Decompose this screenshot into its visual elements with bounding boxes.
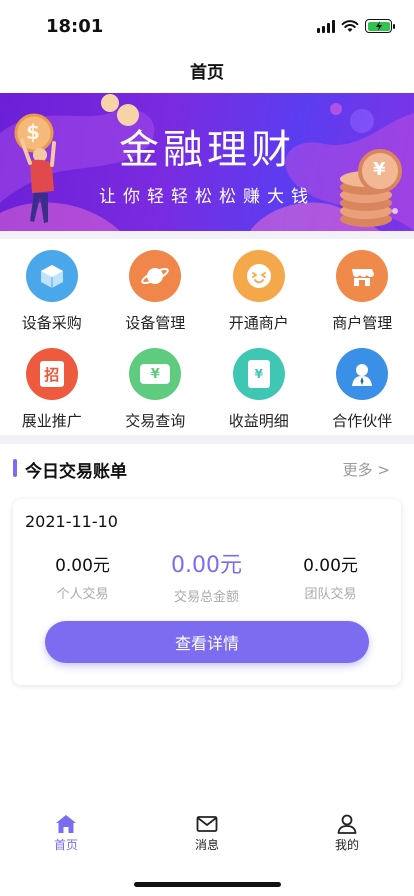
status-icons [317,19,395,33]
partner-icon [336,348,389,400]
stat-label: 交易总金额 [173,590,239,605]
divider-top [0,231,414,239]
home-icon [56,815,76,833]
smile-icon [232,250,285,302]
recruit-glyph: 招 [39,361,64,387]
tab-label: 消息 [194,838,219,852]
menu-item-partners[interactable]: 合作伙伴 [311,344,414,442]
status-time: 18:01 [46,16,104,37]
planet-icon [129,250,182,302]
menu-label: 收益明细 [228,412,289,430]
stat-personal: 0.00元 个人交易 [18,551,147,602]
envelope-glyph: ¥ [254,367,263,381]
menu-label: 交易查询 [125,412,186,430]
menu-label: 展业推广 [21,412,82,430]
signal-icon [317,19,335,33]
stat-total: 0.00元 交易总金额 [142,551,271,605]
bill-date: 2021-11-10 [25,512,118,531]
recruit-icon: 招 [25,348,78,400]
promo-banner[interactable]: $ 金融理财 让你轻轻松松赚大钱 ¥ [0,93,414,231]
menu-label: 商户管理 [332,314,393,332]
stat-team: 0.00元 团队交易 [266,551,395,602]
menu-label: 设备管理 [125,314,186,332]
divider-middle [0,435,414,444]
menu-item-device-purchase[interactable]: 设备采购 [0,246,104,344]
section-title: 今日交易账单 [25,462,127,482]
menu-item-earnings-detail[interactable]: ¥ 收益明细 [207,344,311,442]
section-accent-bar [13,459,17,477]
stat-label: 个人交易 [56,587,109,602]
menu-grid: 设备采购 设备管理 开通商户 商户管理 招 展业推广 ¥ 交易查询 ¥ 收益明细… [0,246,414,442]
stat-value: 0.00元 [303,556,358,576]
tab-label: 我的 [334,838,359,852]
ticket-icon: ¥ [129,348,182,400]
user-icon [337,814,357,834]
daily-bill-card: 2021-11-10 0.00元 个人交易 0.00元 交易总金额 0.00元 … [13,499,401,685]
status-bar: 18:01 [0,0,414,54]
tab-bar: 首页 消息 我的 [0,810,414,860]
coin-stack-glyph: ¥ [373,159,386,180]
coin-stack-illustration [340,149,402,227]
view-details-button[interactable]: 查看详情 [45,621,369,663]
more-link[interactable]: 更多 > [343,459,390,480]
menu-item-transaction-query[interactable]: ¥ 交易查询 [104,344,208,442]
mail-icon [196,816,218,832]
menu-item-device-management[interactable]: 设备管理 [104,246,208,344]
menu-label: 合作伙伴 [332,412,393,430]
page-title: 首页 [190,63,224,83]
menu-item-promotion[interactable]: 招 展业推广 [0,344,104,442]
tab-label: 首页 [53,838,78,852]
menu-label: 开通商户 [228,314,289,332]
menu-label: 设备采购 [21,314,82,332]
tab-home[interactable]: 首页 [26,814,106,853]
envelope-icon: ¥ [232,348,285,400]
menu-item-merchant-management[interactable]: 商户管理 [311,246,414,344]
tab-messages[interactable]: 消息 [167,814,247,853]
store-icon [336,250,389,302]
ticket-glyph: ¥ [150,366,160,382]
stat-value: 0.00元 [171,553,242,578]
home-indicator[interactable] [134,882,281,887]
cube-icon [25,250,78,302]
wifi-icon [341,20,359,32]
battery-icon [365,19,395,33]
stat-label: 团队交易 [304,587,357,602]
tab-profile[interactable]: 我的 [307,814,387,853]
stat-value: 0.00元 [55,556,110,576]
menu-item-open-merchant[interactable]: 开通商户 [207,246,311,344]
